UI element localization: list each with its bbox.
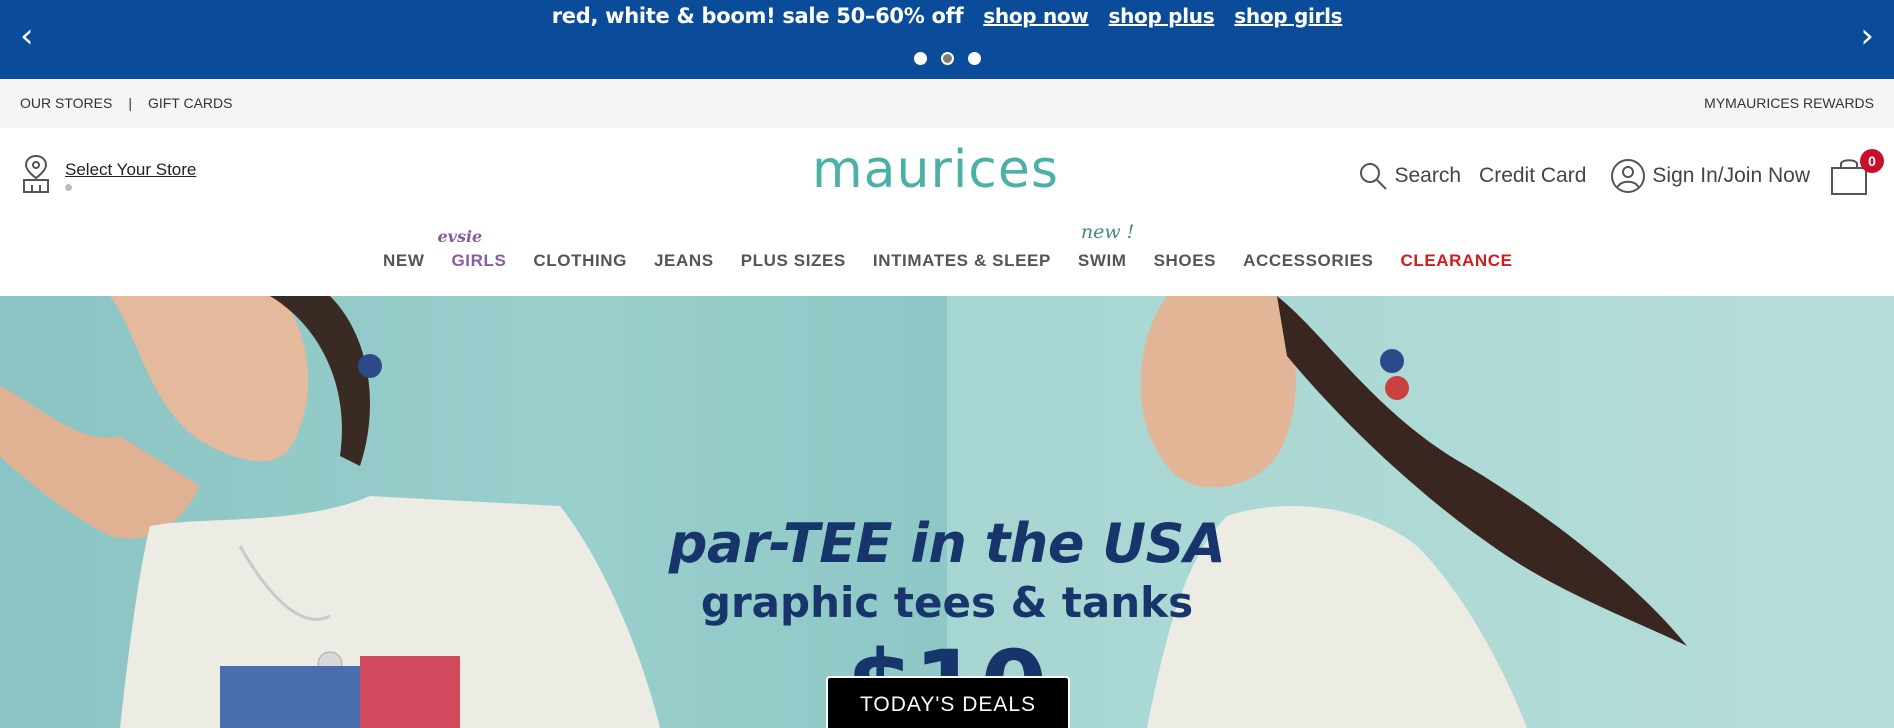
maurices-logo[interactable]: maurices bbox=[812, 140, 1059, 200]
search-label: Search bbox=[1394, 164, 1462, 187]
search-button[interactable]: Search bbox=[1358, 161, 1461, 191]
nav-label-jeans: JEANS bbox=[654, 251, 714, 270]
nav-item-jeans[interactable]: JEANS bbox=[654, 251, 714, 271]
cart-count-badge: 0 bbox=[1860, 149, 1884, 173]
main-navigation: NEW evsie GIRLS CLOTHING JEANS PLUS SIZE… bbox=[0, 221, 1894, 296]
nav-item-accessories[interactable]: ACCESSORIES bbox=[1243, 251, 1373, 271]
shop-girls-link[interactable]: shop girls bbox=[1234, 4, 1342, 28]
hero-subhead: graphic tees & tanks bbox=[700, 578, 1194, 627]
hero-headline: par-TEE in the USA bbox=[668, 512, 1226, 575]
carousel-dots bbox=[0, 50, 1894, 68]
cart-button[interactable]: 0 bbox=[1828, 149, 1884, 197]
hero-banner[interactable]: par-TEE in the USA graphic tees & tanks … bbox=[0, 296, 1894, 728]
nav-label-shoes: SHOES bbox=[1153, 251, 1217, 270]
nav-item-shoes[interactable]: SHOES bbox=[1154, 251, 1217, 271]
evsie-tag: evsie bbox=[437, 227, 483, 246]
nav-item-clearance[interactable]: CLEARANCE bbox=[1400, 251, 1512, 271]
utility-bar: OUR STORES | GIFT CARDS MYMAURICES REWARDS bbox=[0, 79, 1894, 128]
store-status-dot bbox=[65, 184, 72, 191]
sign-in-label: Sign In/Join Now bbox=[1652, 164, 1810, 187]
nav-item-clothing[interactable]: CLOTHING bbox=[533, 251, 627, 271]
search-icon bbox=[1360, 163, 1388, 190]
credit-card-link[interactable]: Credit Card bbox=[1479, 164, 1586, 188]
promo-banner: ‹ red, white & boom! sale 50–60% off shop… bbox=[0, 0, 1894, 79]
select-store-link[interactable]: Select Your Store bbox=[65, 160, 196, 180]
carousel-dot-2[interactable] bbox=[940, 52, 954, 66]
nav-label-plus-sizes: PLUS SIZES bbox=[740, 251, 846, 270]
utility-separator: | bbox=[128, 95, 132, 111]
nav-label-clearance: CLEARANCE bbox=[1400, 251, 1513, 270]
our-stores-link[interactable]: OUR STORES bbox=[20, 95, 112, 111]
account-icon bbox=[1611, 159, 1646, 193]
nav-item-intimates-sleep[interactable]: INTIMATES & SLEEP bbox=[873, 251, 1051, 271]
nav-item-new[interactable]: NEW bbox=[383, 251, 424, 271]
rewards-link[interactable]: MYMAURICES REWARDS bbox=[1704, 95, 1874, 111]
nav-item-swim[interactable]: new ! SWIM bbox=[1077, 221, 1134, 271]
gift-cards-link[interactable]: GIFT CARDS bbox=[148, 95, 233, 111]
nav-label-girls: GIRLS bbox=[451, 251, 507, 270]
todays-deals-button[interactable]: TODAY'S DEALS bbox=[826, 676, 1070, 728]
shop-now-link[interactable]: shop now bbox=[983, 4, 1089, 28]
header-actions: Search Credit Card Sign In/Join Now 0 bbox=[1340, 149, 1884, 198]
nav-item-girls[interactable]: evsie GIRLS bbox=[437, 227, 507, 271]
nav-label-new: NEW bbox=[383, 251, 425, 270]
nav-label-intimates-sleep: INTIMATES & SLEEP bbox=[872, 251, 1051, 270]
nav-label-clothing: CLOTHING bbox=[533, 251, 627, 270]
promo-message-row: red, white & boom! sale 50–60% off shop n… bbox=[0, 4, 1894, 28]
carousel-dot-1[interactable] bbox=[913, 52, 927, 66]
store-location-icon bbox=[23, 154, 49, 193]
nav-item-plus-sizes[interactable]: PLUS SIZES bbox=[741, 251, 846, 271]
nav-label-swim: SWIM bbox=[1077, 251, 1127, 270]
credit-card-label: Credit Card bbox=[1479, 164, 1587, 187]
chevron-right-icon[interactable]: › bbox=[1860, 18, 1874, 54]
new-tag: new ! bbox=[1080, 221, 1135, 243]
site-header: Select Your Store maurices Search Credit… bbox=[0, 128, 1894, 222]
sign-in-link[interactable]: Sign In/Join Now bbox=[1610, 158, 1810, 194]
shop-plus-link[interactable]: shop plus bbox=[1109, 4, 1215, 28]
promo-message: red, white & boom! sale 50–60% off bbox=[551, 4, 964, 28]
nav-label-accessories: ACCESSORIES bbox=[1243, 251, 1374, 270]
carousel-dot-3[interactable] bbox=[967, 52, 981, 66]
